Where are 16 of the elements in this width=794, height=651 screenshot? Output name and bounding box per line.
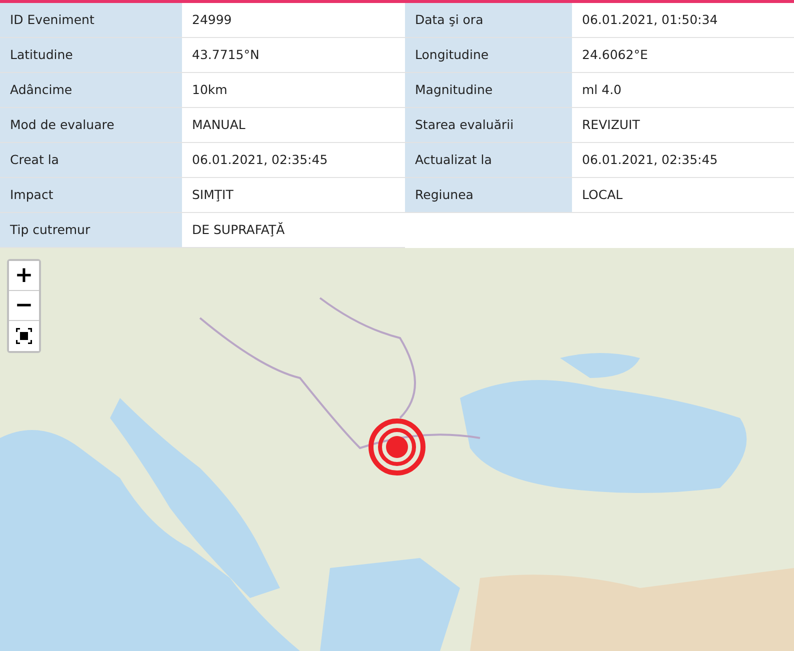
field-label: Latitudine xyxy=(0,38,182,73)
epicenter-marker-icon xyxy=(368,418,426,476)
field-label: Data şi ora xyxy=(405,3,572,38)
field-label: Magnitudine xyxy=(405,73,572,108)
field-label: Mod de evaluare xyxy=(0,108,182,143)
zoom-in-button[interactable]: + xyxy=(9,261,39,291)
field-label: Tip cutremur xyxy=(0,213,182,248)
field-label: ID Eveniment xyxy=(0,3,182,38)
field-label: Longitudine xyxy=(405,38,572,73)
field-label: Adâncime xyxy=(0,73,182,108)
field-label: Impact xyxy=(0,178,182,213)
field-label: Actualizat la xyxy=(405,143,572,178)
field-label: Creat la xyxy=(0,143,182,178)
field-label: Regiunea xyxy=(405,178,572,213)
field-label: Starea evaluării xyxy=(405,108,572,143)
fullscreen-icon xyxy=(16,328,32,344)
